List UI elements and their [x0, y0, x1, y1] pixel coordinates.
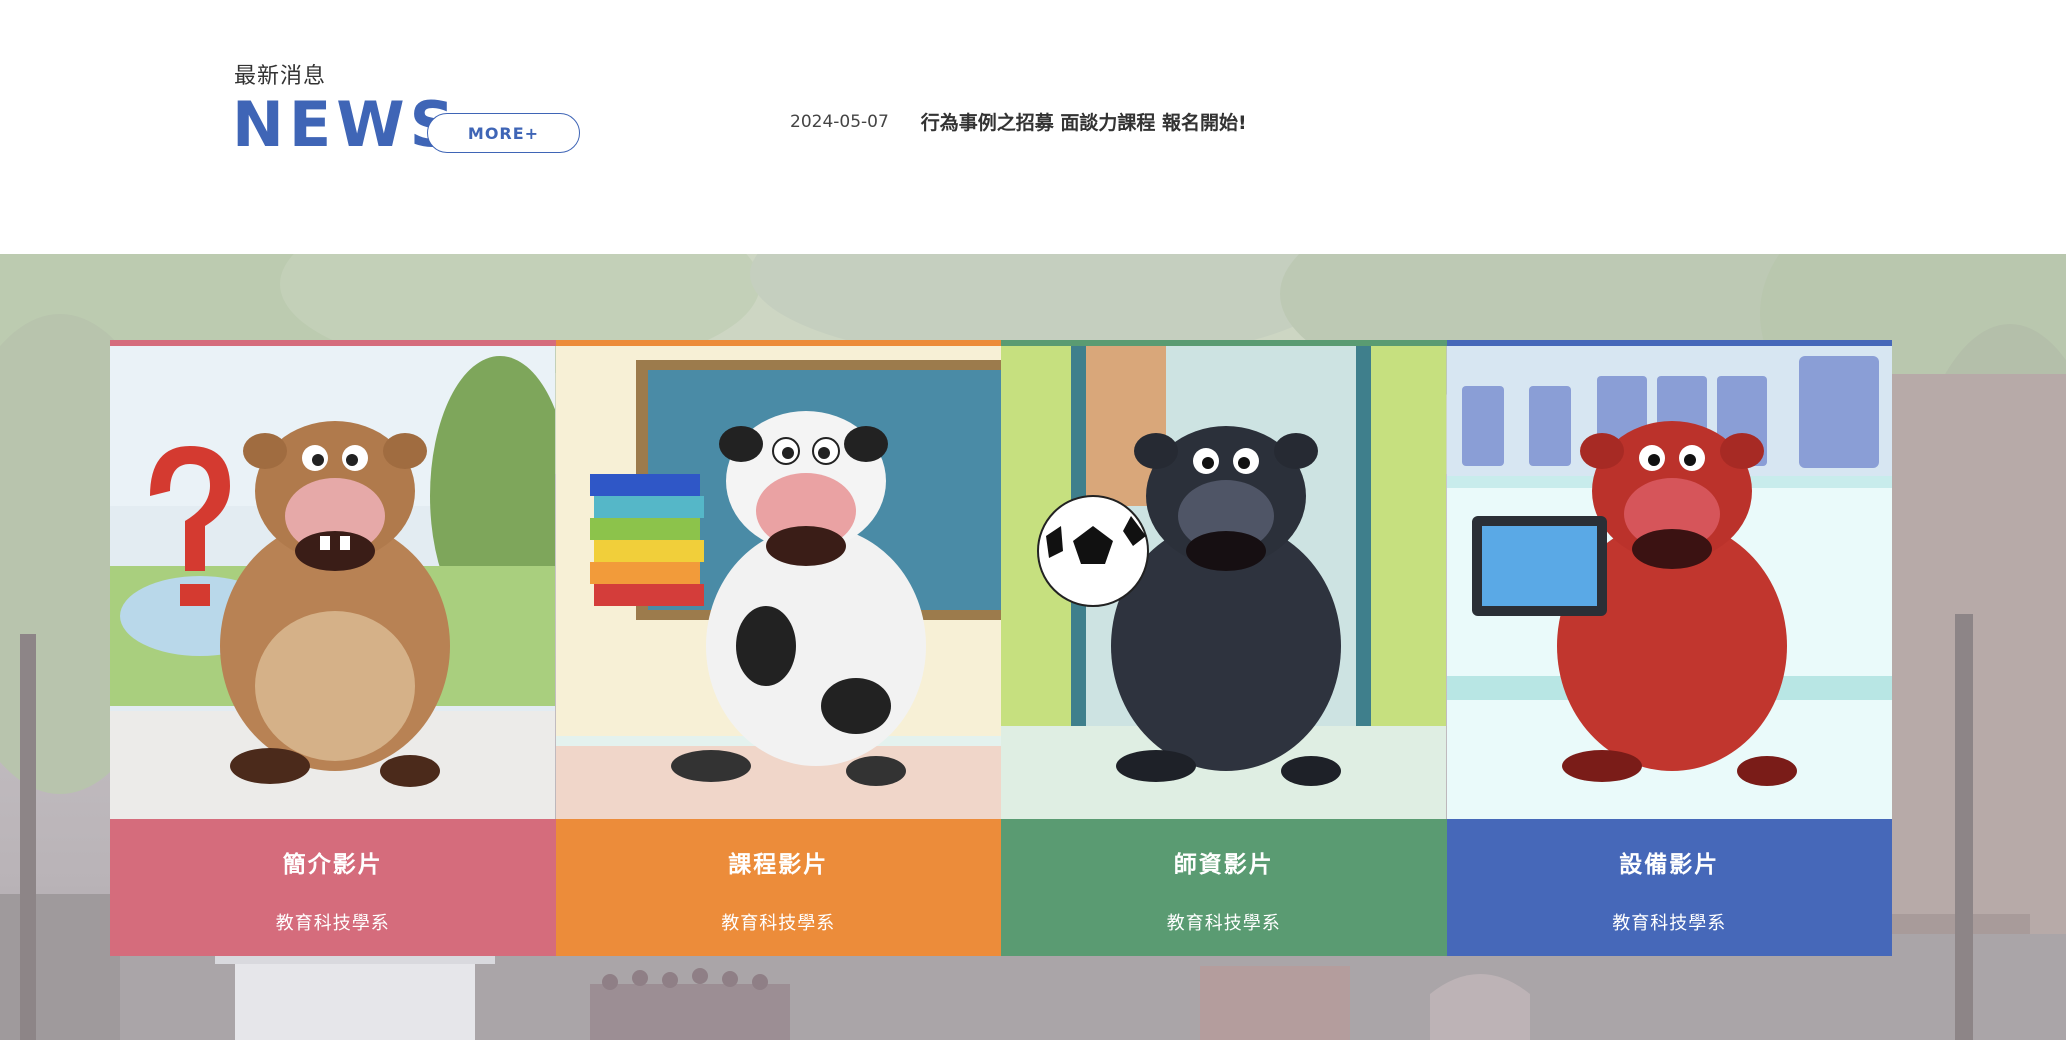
card-subtitle: 教育科技學系 [1612, 913, 1727, 934]
card-title: 設備影片 [1619, 852, 1720, 878]
news-headline-link[interactable]: 行為事例之招募 面談力課程 報名開始! [921, 108, 1247, 135]
video-cards: 簡介影片 教育科技學系 課程影片 教育科技學系 師資影片 教育科技學系 設備影片… [110, 340, 1892, 956]
news-list-item[interactable]: 2024-05-07 行為事例之招募 面談力課程 報名開始! [790, 108, 1247, 135]
card-illustration [1446, 346, 1893, 819]
video-card-equipment[interactable]: 設備影片 教育科技學系 [1446, 340, 1893, 956]
video-card-course[interactable]: 課程影片 教育科技學系 [555, 340, 1002, 956]
card-title: 師資影片 [1173, 852, 1274, 878]
news-title: NEWS [232, 88, 460, 161]
news-date: 2024-05-07 [790, 111, 889, 132]
campus-background-section: 簡介影片 教育科技學系 課程影片 教育科技學系 師資影片 教育科技學系 設備影片… [0, 254, 2066, 1040]
video-card-intro[interactable]: 簡介影片 教育科技學系 [110, 340, 556, 956]
card-illustration [555, 346, 1002, 819]
card-title: 簡介影片 [282, 852, 383, 878]
more-button[interactable]: MORE+ [427, 113, 580, 153]
card-illustration [110, 346, 556, 819]
news-subtitle: 最新消息 [234, 64, 327, 89]
soccer-ball-icon [1037, 495, 1149, 607]
card-label: 師資影片 教育科技學系 [1001, 819, 1447, 956]
card-subtitle: 教育科技學系 [1166, 913, 1281, 934]
video-card-faculty[interactable]: 師資影片 教育科技學系 [1001, 340, 1447, 956]
card-subtitle: 教育科技學系 [721, 913, 836, 934]
card-label: 課程影片 教育科技學系 [555, 819, 1001, 956]
card-label: 簡介影片 教育科技學系 [110, 819, 556, 956]
card-title: 課程影片 [728, 852, 829, 878]
news-section: 最新消息 NEWS MORE+ 2024-05-07 行為事例之招募 面談力課程… [0, 0, 2066, 254]
tablet-icon [1471, 516, 1607, 616]
book-stack-icon [589, 474, 704, 606]
card-subtitle: 教育科技學系 [275, 913, 390, 934]
card-illustration [1001, 346, 1447, 819]
card-label: 設備影片 教育科技學系 [1446, 819, 1892, 956]
